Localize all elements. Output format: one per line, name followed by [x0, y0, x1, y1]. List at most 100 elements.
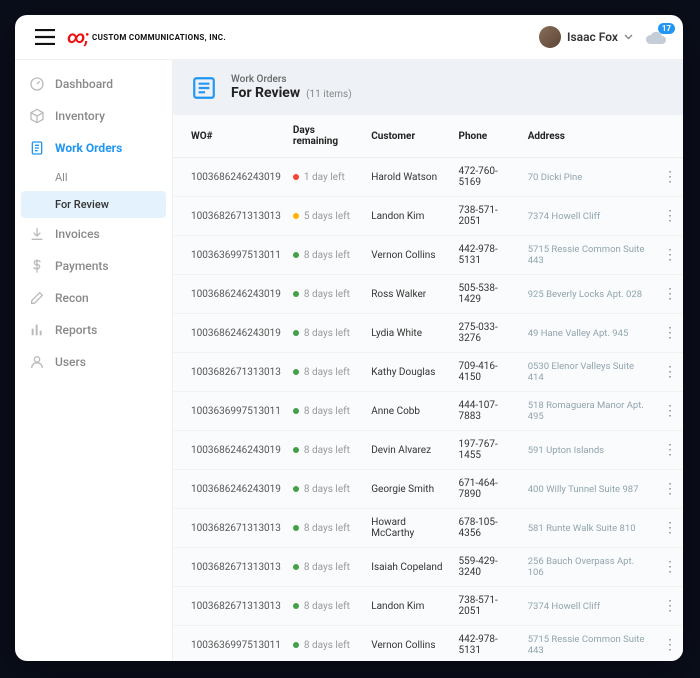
cell-days: 8 days left — [287, 314, 365, 353]
cell-customer: Howard McCarthy — [365, 509, 452, 548]
cell-wo: 1003636997513011 — [173, 626, 287, 662]
col-header[interactable]: Phone — [453, 115, 522, 158]
nav-label: Work Orders — [55, 141, 122, 155]
cell-address: 925 Beverly Locks Apt. 028 — [522, 275, 657, 314]
nav-label: Reports — [55, 323, 97, 337]
logo-mark-icon: ∞; — [67, 27, 88, 48]
cell-customer: Vernon Collins — [365, 236, 452, 275]
clipboard-icon — [191, 75, 217, 101]
work-orders-table: WO#Days remainingCustomerPhoneAddress 10… — [173, 115, 683, 661]
cell-phone: 671-464-7890 — [453, 470, 522, 509]
cell-phone: 472-760-5169 — [453, 158, 522, 197]
status-dot — [293, 486, 299, 492]
cell-address: 70 Dicki Pine — [522, 158, 657, 197]
row-menu[interactable]: ⋮ — [657, 626, 683, 662]
row-menu[interactable]: ⋮ — [657, 158, 683, 197]
nav-users[interactable]: Users — [15, 346, 172, 378]
cell-phone: 444-107-7883 — [453, 392, 522, 431]
page-count: (11 items) — [306, 89, 352, 100]
row-menu[interactable]: ⋮ — [657, 470, 683, 509]
cell-customer: Landon Kim — [365, 587, 452, 626]
row-menu[interactable]: ⋮ — [657, 509, 683, 548]
cell-phone: 709-416-4150 — [453, 353, 522, 392]
table-row[interactable]: 10036369975130118 days leftVernon Collin… — [173, 626, 683, 662]
col-header[interactable]: Customer — [365, 115, 452, 158]
cell-customer: Landon Kim — [365, 197, 452, 236]
cell-days: 8 days left — [287, 236, 365, 275]
status-dot — [293, 252, 299, 258]
table-row[interactable]: 10036369975130118 days leftVernon Collin… — [173, 236, 683, 275]
notif-badge: 17 — [658, 23, 675, 34]
cell-address: 49 Hane Valley Apt. 945 — [522, 314, 657, 353]
cell-phone: 738-571-2051 — [453, 587, 522, 626]
cell-phone: 442-978-5131 — [453, 236, 522, 275]
sidebar: Dashboard Inventory Work Orders AllFor Revi… — [15, 60, 173, 661]
user-menu[interactable]: Isaac Fox — [539, 26, 633, 48]
table-row[interactable]: 10036862462430198 days leftDevin Alvarez… — [173, 431, 683, 470]
cell-address: 581 Runte Walk Suite 810 — [522, 509, 657, 548]
row-menu[interactable]: ⋮ — [657, 314, 683, 353]
cell-wo: 1003682671313013 — [173, 587, 287, 626]
cloud-sync[interactable]: 17 — [645, 29, 667, 45]
cell-customer: Isaiah Copeland — [365, 548, 452, 587]
table-row[interactable]: 10036369975130118 days leftAnne Cobb444-… — [173, 392, 683, 431]
row-menu[interactable]: ⋮ — [657, 236, 683, 275]
cell-wo: 1003636997513011 — [173, 236, 287, 275]
nav-work-orders[interactable]: Work Orders — [15, 132, 172, 164]
cell-days: 8 days left — [287, 275, 365, 314]
cell-days: 8 days left — [287, 626, 365, 662]
cell-wo: 1003686246243019 — [173, 314, 287, 353]
table-row[interactable]: 10036862462430198 days leftLydia White27… — [173, 314, 683, 353]
status-dot — [293, 525, 299, 531]
col-header[interactable]: Days remaining — [287, 115, 365, 158]
cell-customer: Devin Alvarez — [365, 431, 452, 470]
page-header: Work Orders For Review (11 items) — [173, 60, 683, 115]
nav-payments[interactable]: Payments — [15, 250, 172, 282]
row-menu[interactable]: ⋮ — [657, 275, 683, 314]
table-row[interactable]: 10036826713130138 days leftIsaiah Copela… — [173, 548, 683, 587]
col-header[interactable]: Address — [522, 115, 657, 158]
cell-days: 8 days left — [287, 353, 365, 392]
cell-days: 8 days left — [287, 431, 365, 470]
subnav-for-review[interactable]: For Review — [21, 191, 166, 218]
page-title: For Review (11 items) — [231, 85, 352, 101]
bars-icon — [29, 322, 45, 338]
nav-inventory[interactable]: Inventory — [15, 100, 172, 132]
row-menu[interactable]: ⋮ — [657, 353, 683, 392]
nav-dashboard[interactable]: Dashboard — [15, 68, 172, 100]
row-menu[interactable]: ⋮ — [657, 548, 683, 587]
cell-wo: 1003686246243019 — [173, 158, 287, 197]
user-icon — [29, 354, 45, 370]
cell-days: 5 days left — [287, 197, 365, 236]
row-menu[interactable]: ⋮ — [657, 587, 683, 626]
row-menu[interactable]: ⋮ — [657, 431, 683, 470]
nav-label: Inventory — [55, 109, 105, 123]
status-dot — [293, 369, 299, 375]
cell-phone: 678-105-4356 — [453, 509, 522, 548]
nav-label: Payments — [55, 259, 109, 273]
nav-invoices[interactable]: Invoices — [15, 218, 172, 250]
table-row[interactable]: 10036862462430198 days leftGeorgie Smith… — [173, 470, 683, 509]
row-menu[interactable]: ⋮ — [657, 197, 683, 236]
table-row[interactable]: 10036862462430191 day leftHarold Watson4… — [173, 158, 683, 197]
row-menu[interactable]: ⋮ — [657, 392, 683, 431]
cell-customer: Ross Walker — [365, 275, 452, 314]
table-row[interactable]: 10036862462430198 days leftRoss Walker50… — [173, 275, 683, 314]
table-row[interactable]: 10036826713130135 days leftLandon Kim738… — [173, 197, 683, 236]
cell-days: 8 days left — [287, 548, 365, 587]
nav-reports[interactable]: Reports — [15, 314, 172, 346]
cell-wo: 1003682671313013 — [173, 509, 287, 548]
cell-customer: Harold Watson — [365, 158, 452, 197]
dollar-icon — [29, 258, 45, 274]
table-row[interactable]: 10036826713130138 days leftHoward McCart… — [173, 509, 683, 548]
dashboard-icon — [29, 76, 45, 92]
cell-customer: Anne Cobb — [365, 392, 452, 431]
menu-toggle[interactable] — [31, 25, 59, 49]
nav-recon[interactable]: Recon — [15, 282, 172, 314]
col-header[interactable]: WO# — [173, 115, 287, 158]
nav-label: Invoices — [55, 227, 100, 241]
table-row[interactable]: 10036826713130138 days leftKathy Douglas… — [173, 353, 683, 392]
table-row[interactable]: 10036826713130138 days leftLandon Kim738… — [173, 587, 683, 626]
cell-days: 1 day left — [287, 158, 365, 197]
subnav-all[interactable]: All — [15, 164, 172, 191]
